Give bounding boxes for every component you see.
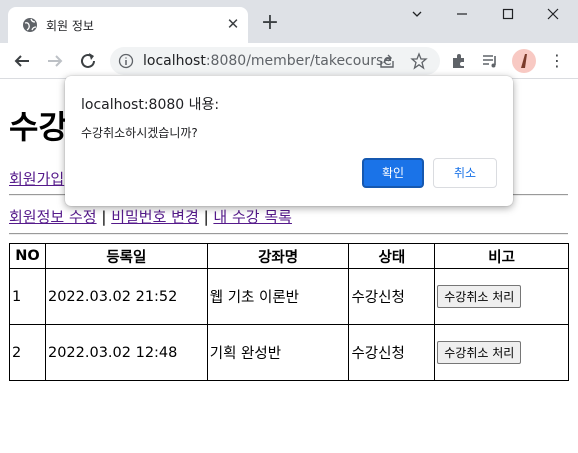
menu-kebab-icon[interactable]: ⋮ [548,52,566,70]
member-nav: 회원정보 수정 | 비밀번호 변경 | 내 수강 목록 [9,206,292,227]
nav-separator: | [203,208,209,226]
table-row: 2 2022.03.02 12:48 기획 완성반 수강신청 수강취소 처리 [9,324,569,381]
column-header-status: 상태 [348,243,436,269]
back-arrow-icon[interactable] [10,49,34,73]
change-password-link[interactable]: 비밀번호 변경 [111,208,199,226]
confirm-ok-button[interactable]: 확인 [362,158,424,188]
url-text: localhost:8080/member/takecourse [143,53,392,69]
info-icon[interactable] [118,53,134,69]
page-title: 수강 [9,108,68,146]
minimize-icon[interactable] [447,5,477,27]
edit-info-link[interactable]: 회원정보 수정 [9,208,97,226]
media-playlist-icon[interactable] [481,52,499,70]
column-header-note: 비고 [434,243,569,269]
forward-arrow-icon[interactable] [43,49,67,73]
tab-strip: 회원 정보 ✕ + [0,0,578,43]
dialog-title: localhost:8080 내용: [81,97,220,113]
divider [9,233,568,235]
browser-tab[interactable]: 회원 정보 ✕ [8,7,248,43]
cancel-course-button[interactable]: 수강취소 처리 [437,341,522,364]
new-tab-icon[interactable]: + [258,12,282,36]
column-header-date: 등록일 [44,243,208,269]
column-header-no: NO [9,243,46,269]
extensions-puzzle-icon[interactable] [450,52,468,70]
share-icon[interactable] [378,52,396,70]
globe-icon [23,18,37,32]
signup-row: 회원가입 [9,168,64,189]
dialog-message: 수강취소하시겠습니까? [81,126,198,140]
cell-no: 1 [9,268,46,325]
cell-date: 2022.03.02 12:48 [44,324,208,381]
cell-status: 수강신청 [348,324,436,381]
nav-separator: | [101,208,107,226]
chevron-down-icon[interactable] [402,5,432,27]
signup-link[interactable]: 회원가입 [9,170,64,188]
browser-toolbar: localhost:8080/member/takecourse ⋮ [0,43,578,79]
close-tab-icon[interactable]: ✕ [224,15,242,33]
address-bar[interactable]: localhost:8080/member/takecourse [110,47,440,75]
cell-course: 웹 기초 이론반 [206,268,350,325]
cell-action: 수강취소 처리 [434,268,569,325]
course-table: NO 등록일 강좌명 상태 비고 1 2022.03.02 21:52 웹 기초… [9,243,569,381]
column-header-course: 강좌명 [206,243,350,269]
cancel-course-button[interactable]: 수강취소 처리 [437,285,522,308]
maximize-icon[interactable] [493,5,523,27]
bookmark-star-icon[interactable] [410,52,428,70]
profile-icon [521,54,527,68]
cell-status: 수강신청 [348,268,436,325]
confirm-dialog: localhost:8080 내용: 수강취소하시겠습니까? 확인 취소 [65,76,513,206]
table-row: 1 2022.03.02 21:52 웹 기초 이론반 수강신청 수강취소 처리 [9,268,569,325]
cell-no: 2 [9,324,46,381]
tab-title: 회원 정보 [46,19,94,33]
cell-date: 2022.03.02 21:52 [44,268,208,325]
cell-course: 기획 완성반 [206,324,350,381]
profile-avatar[interactable] [512,49,536,73]
close-window-icon[interactable] [538,5,568,27]
my-courses-link[interactable]: 내 수강 목록 [213,208,292,226]
confirm-cancel-button[interactable]: 취소 [433,158,497,188]
cell-action: 수강취소 처리 [434,324,569,381]
reload-icon[interactable] [76,49,100,73]
table-header-row: NO 등록일 강좌명 상태 비고 [9,243,569,269]
